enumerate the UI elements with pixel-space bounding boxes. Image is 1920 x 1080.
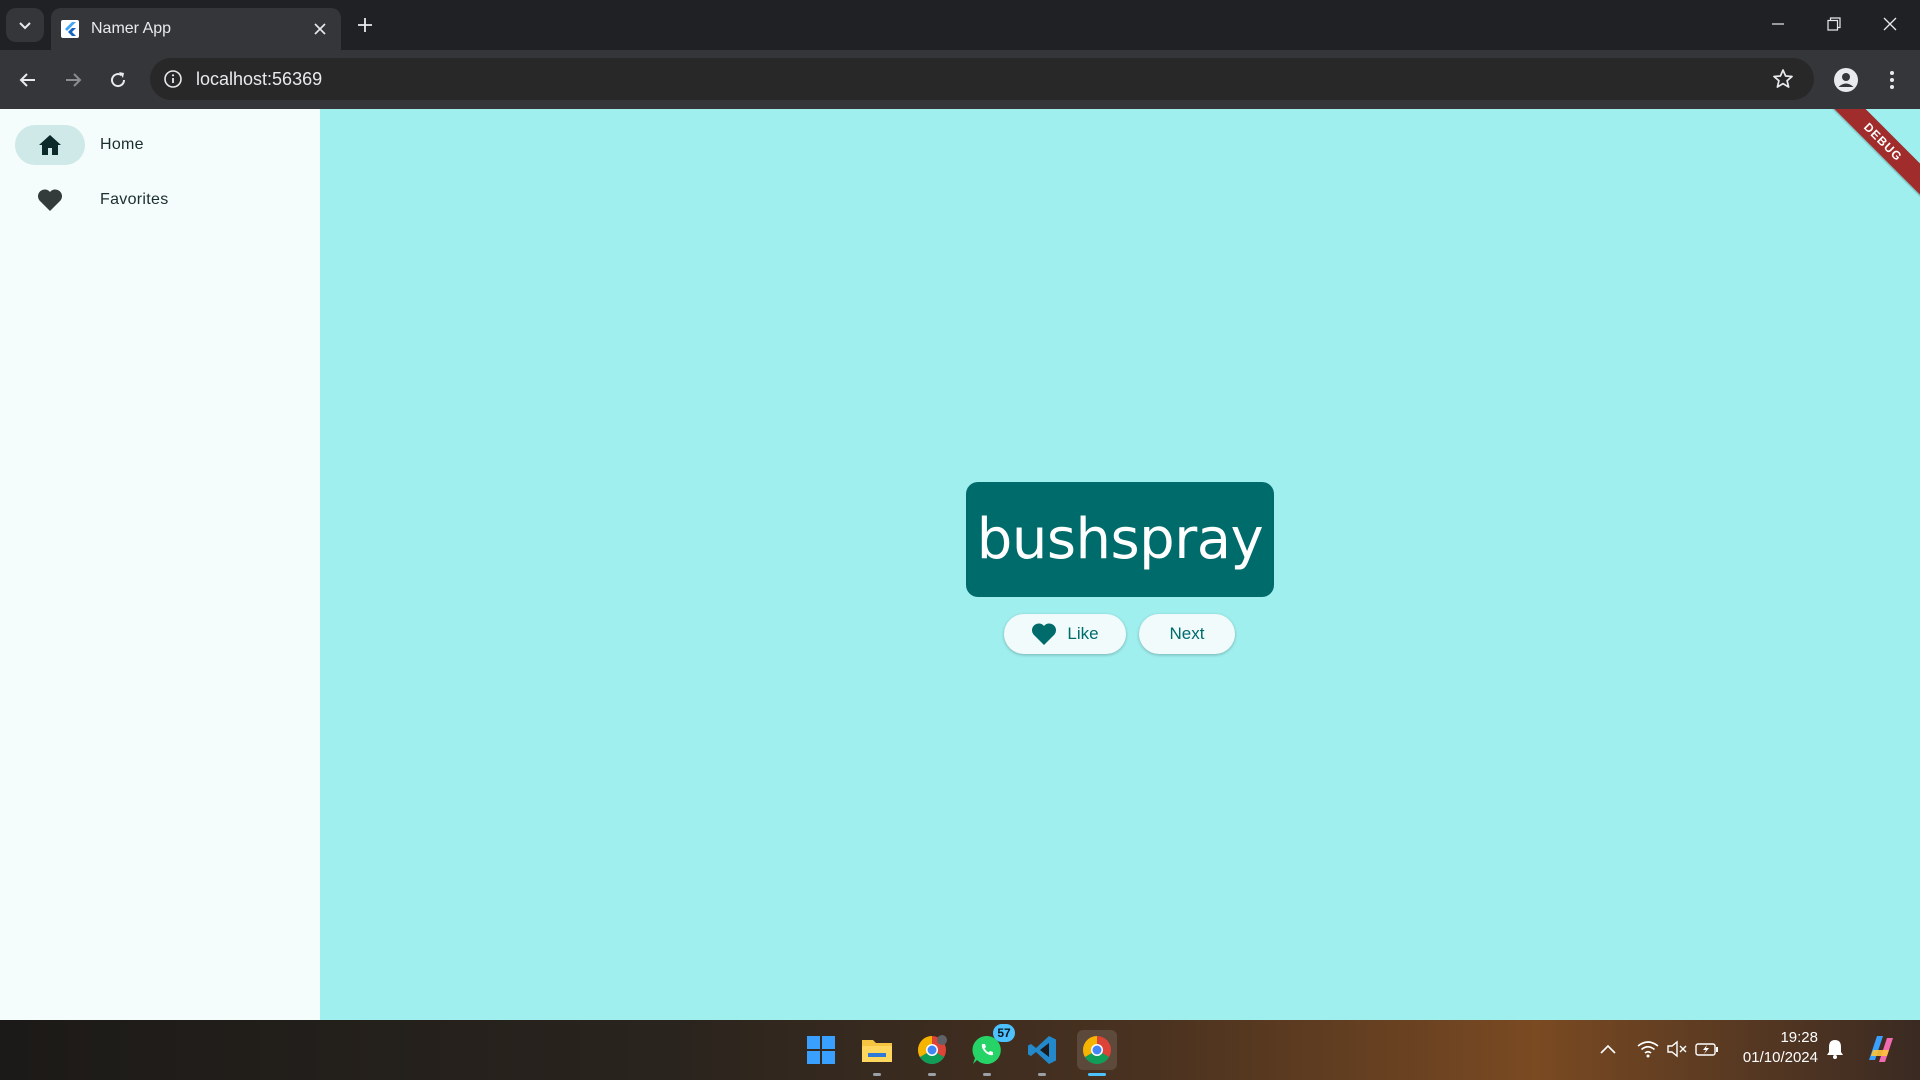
bookmark-star-icon[interactable] (1768, 64, 1798, 94)
chrome-profile-icon[interactable] (912, 1030, 952, 1076)
close-window-button[interactable] (1862, 0, 1918, 48)
word-pair-card: bushspray (966, 482, 1274, 597)
vscode-icon[interactable] (1022, 1030, 1062, 1076)
next-button[interactable]: Next (1139, 614, 1235, 654)
like-button[interactable]: Like (1004, 614, 1126, 654)
nav-indicator (15, 180, 85, 220)
app-page: Home Favorites bushspray Like Next DEBUG (0, 109, 1920, 1020)
next-label: Next (1169, 624, 1205, 643)
system-clock[interactable]: 19:28 01/10/2024 (1730, 1028, 1818, 1068)
close-icon (1883, 17, 1897, 31)
menu-button[interactable] (1876, 64, 1908, 96)
arrow-left-icon (19, 73, 35, 87)
tab-close-button[interactable] (307, 16, 333, 42)
heart-icon (37, 189, 63, 211)
running-indicator (983, 1073, 991, 1076)
whatsapp-icon[interactable]: 57 (967, 1024, 1015, 1076)
windows-taskbar: 57 19:28 01/10/2024 (0, 1020, 1920, 1080)
heart-icon (1031, 622, 1057, 646)
close-icon (314, 23, 326, 35)
running-indicator (1038, 1073, 1046, 1076)
nav-label-home: Home (100, 136, 144, 153)
arrow-right-icon (66, 73, 82, 87)
browser-toolbar: localhost:56369 (0, 50, 1920, 109)
site-info-icon[interactable] (160, 66, 186, 92)
windows-start-icon[interactable] (801, 1030, 841, 1070)
reload-button[interactable] (102, 64, 134, 96)
profile-icon (1834, 68, 1858, 92)
wifi-icon[interactable] (1633, 1034, 1663, 1064)
volume-muted-icon[interactable] (1662, 1034, 1692, 1064)
plus-icon (358, 18, 372, 32)
nav-label-favorites: Favorites (100, 191, 169, 208)
minimize-icon (1772, 23, 1784, 25)
address-bar[interactable]: localhost:56369 (150, 58, 1814, 100)
forward-button[interactable] (57, 64, 89, 96)
chevron-up-icon (1600, 1044, 1616, 1054)
restore-icon (1827, 17, 1841, 31)
restore-button[interactable] (1806, 0, 1862, 48)
more-vertical-icon (1890, 71, 1894, 89)
browser-tabstrip: Namer App (0, 0, 1920, 50)
word-pair-text: bushspray (976, 507, 1264, 572)
nav-indicator (15, 125, 85, 165)
chrome-icon[interactable] (1077, 1030, 1117, 1076)
flutter-favicon-icon (61, 20, 79, 38)
tab-title: Namer App (91, 20, 172, 37)
nav-item-favorites[interactable]: Favorites (15, 180, 169, 220)
file-explorer-icon[interactable] (857, 1030, 897, 1076)
like-label: Like (1067, 624, 1099, 643)
tab-search-button[interactable] (6, 8, 44, 42)
active-indicator (1088, 1073, 1106, 1076)
show-hidden-icons-button[interactable] (1593, 1034, 1623, 1064)
browser-tab[interactable]: Namer App (51, 8, 341, 50)
chevron-down-icon (19, 22, 31, 30)
copilot-icon[interactable] (1864, 1032, 1898, 1066)
address-url: localhost:56369 (196, 68, 323, 89)
home-icon (39, 135, 61, 155)
nav-item-home[interactable]: Home (15, 125, 144, 165)
running-indicator (873, 1073, 881, 1076)
profile-button[interactable] (1830, 64, 1862, 96)
clock-date: 01/10/2024 (1742, 1049, 1818, 1066)
minimize-button[interactable] (1750, 0, 1806, 48)
notification-badge: 57 (993, 1024, 1015, 1042)
notification-bell-icon[interactable] (1820, 1034, 1850, 1064)
navigation-rail: Home Favorites (0, 109, 320, 1020)
back-button[interactable] (12, 64, 44, 96)
running-indicator (928, 1073, 936, 1076)
clock-time: 19:28 (1780, 1029, 1818, 1046)
generator-page: bushspray Like Next DEBUG (320, 109, 1920, 1020)
reload-icon (111, 72, 126, 88)
debug-banner: DEBUG (1822, 109, 1920, 203)
battery-icon[interactable] (1692, 1034, 1722, 1064)
new-tab-button[interactable] (351, 11, 379, 39)
